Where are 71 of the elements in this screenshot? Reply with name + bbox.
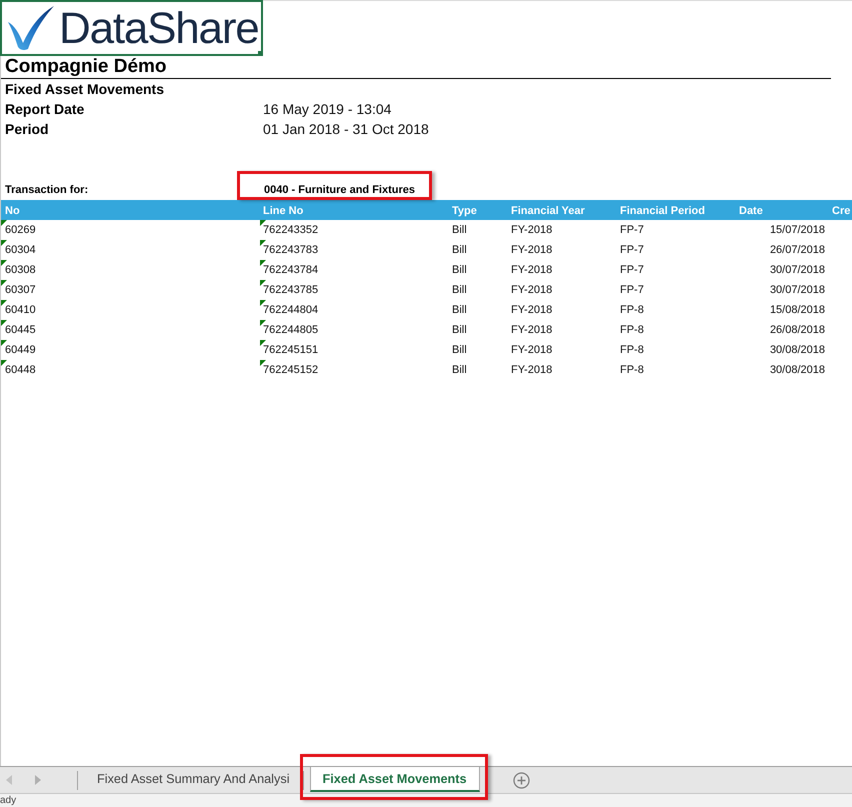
table-cell: FP-7 — [620, 224, 644, 236]
table-cell: FY-2018 — [511, 264, 552, 276]
table-cell: 762243784 — [263, 264, 318, 276]
checkmark-icon — [8, 6, 54, 50]
column-header: Date — [739, 204, 763, 216]
caret-right-icon[interactable] — [34, 775, 42, 785]
table-cell: FY-2018 — [511, 244, 552, 256]
table-cell: FY-2018 — [511, 324, 552, 336]
table-cell: 762244804 — [263, 304, 318, 316]
table-cell: 60445 — [5, 324, 36, 336]
column-header: Cre — [832, 204, 850, 216]
caret-left-icon[interactable] — [5, 775, 13, 785]
table-cell: 60448 — [5, 364, 36, 376]
table-cell: FP-8 — [620, 324, 644, 336]
table-cell: 762245152 — [263, 364, 318, 376]
table-cell: 30/08/2018 — [770, 364, 825, 376]
table-cell: 26/08/2018 — [770, 324, 825, 336]
field-value: 01 Jan 2018 - 31 Oct 2018 — [262, 121, 429, 137]
field-label: Period — [4, 121, 49, 137]
table-cell: 30/07/2018 — [770, 264, 825, 276]
table-cell: FY-2018 — [511, 344, 552, 356]
table-cell: FY-2018 — [511, 284, 552, 296]
table-cell: 15/08/2018 — [770, 304, 825, 316]
table-cell: FP-8 — [620, 344, 644, 356]
table-cell: 30/07/2018 — [770, 284, 825, 296]
table-cell: Bill — [452, 264, 467, 276]
column-header: Type — [452, 204, 477, 216]
table-cell: FY-2018 — [511, 304, 552, 316]
table-cell: Bill — [452, 304, 467, 316]
sheet-tab[interactable]: Fixed Asset Summary And Analysi — [78, 767, 303, 793]
column-header: Financial Year — [511, 204, 585, 216]
table-cell: Bill — [452, 344, 467, 356]
table-cell: Bill — [452, 364, 467, 376]
table-cell: Bill — [452, 244, 467, 256]
table-cell: 762243785 — [263, 284, 318, 296]
company-name: Compagnie Démo — [5, 56, 167, 78]
table-cell: 762245151 — [263, 344, 318, 356]
table-cell: FP-7 — [620, 284, 644, 296]
report-title: Fixed Asset Movements — [5, 80, 164, 99]
table-cell: FP-8 — [620, 364, 644, 376]
table-cell: FY-2018 — [511, 224, 552, 236]
table-cell: 60307 — [5, 284, 36, 296]
table-cell: 60269 — [5, 224, 36, 236]
sheet-tab[interactable]: Fixed Asset Movements — [310, 767, 480, 792]
table-cell: 762243783 — [263, 244, 318, 256]
table-cell: 762243352 — [263, 224, 318, 236]
column-header: Line No — [263, 204, 304, 216]
plus-circle-icon[interactable] — [512, 772, 530, 788]
logo-text: DataShare — [59, 7, 259, 51]
status-text: ady — [0, 794, 16, 807]
table-cell: 26/07/2018 — [770, 244, 825, 256]
table-cell: 60308 — [5, 264, 36, 276]
table-cell: 762244805 — [263, 324, 318, 336]
table-cell: 30/08/2018 — [770, 344, 825, 356]
table-cell: FP-7 — [620, 264, 644, 276]
column-header: No — [5, 204, 20, 216]
table-cell: Bill — [452, 224, 467, 236]
table-cell: Bill — [452, 324, 467, 336]
table-cell: 60449 — [5, 344, 36, 356]
table-cell: 60304 — [5, 244, 36, 256]
field-label: Report Date — [4, 101, 84, 117]
table-cell: FP-7 — [620, 244, 644, 256]
field-value: 16 May 2019 - 13:04 — [262, 101, 392, 117]
table-cell: FP-8 — [620, 304, 644, 316]
column-header: Financial Period — [620, 204, 705, 216]
table-cell: Bill — [452, 284, 467, 296]
table-cell: 15/07/2018 — [770, 224, 825, 236]
table-cell: FY-2018 — [511, 364, 552, 376]
field-value: 0040 - Furniture and Fixtures — [263, 184, 415, 196]
field-label: Transaction for: — [4, 184, 88, 196]
table-cell: 60410 — [5, 304, 36, 316]
